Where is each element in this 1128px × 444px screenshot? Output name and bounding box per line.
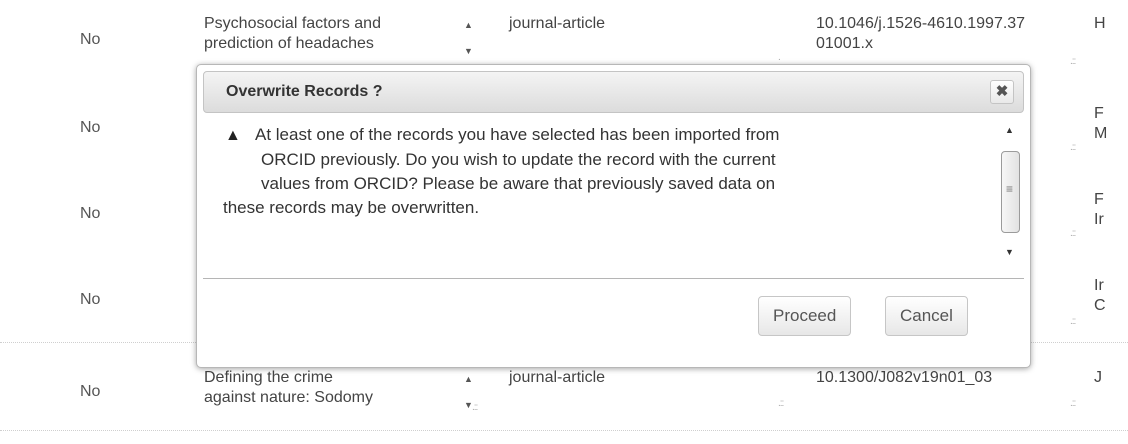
- imported-cell: No: [80, 119, 101, 136]
- resize-grip-icon[interactable]: .::: [1070, 398, 1076, 409]
- proceed-button[interactable]: Proceed: [758, 296, 852, 336]
- extra-line: Ir: [1094, 211, 1104, 228]
- scrollbar-thumb[interactable]: ≡: [1001, 151, 1020, 233]
- scroll-up-icon[interactable]: ▲: [464, 374, 473, 384]
- dialog-divider: [203, 278, 1024, 279]
- extra-line: C: [1094, 297, 1106, 314]
- extra-line: J: [1094, 369, 1102, 386]
- warning-icon: ▲: [225, 127, 241, 144]
- message-text: At least one of the records you have sel…: [255, 125, 780, 144]
- resize-grip-icon[interactable]: .::: [1070, 56, 1076, 67]
- doi-cell: 10.1300/J082v19n01_03: [816, 368, 1092, 388]
- extra-cell: F Ir: [1094, 190, 1128, 230]
- title-cell: Defining the crime against nature: Sodom…: [204, 368, 452, 408]
- resize-grip-icon[interactable]: .::: [1070, 142, 1076, 153]
- dialog-message: ▲ At least one of the records you have se…: [223, 123, 995, 220]
- grip-icon: ≡: [1006, 182, 1014, 196]
- imported-cell: No: [80, 291, 101, 308]
- extra-cell: F M: [1094, 104, 1128, 144]
- scroll-up-icon[interactable]: ▲: [1005, 125, 1014, 135]
- type-cell: journal-article: [509, 15, 606, 32]
- doi-line: 10.1300/J082v19n01_03: [816, 369, 993, 386]
- type-cell: journal-article: [509, 369, 606, 386]
- doi-line: 10.1046/j.1526-4610.1997.37: [816, 15, 1026, 32]
- message-line: values from ORCID? Please be aware that …: [261, 174, 776, 193]
- dialog-titlebar[interactable]: Overwrite Records ? ✖: [203, 71, 1024, 113]
- imported-cell: No: [80, 31, 101, 48]
- message-line: ORCID previously. Do you wish to update …: [261, 150, 776, 169]
- message-line: these records may be overwritten.: [223, 198, 480, 217]
- imported-cell: No: [80, 205, 101, 222]
- imported-cell: No: [80, 383, 101, 400]
- resize-grip-icon[interactable]: .::: [1070, 316, 1076, 327]
- title-line: Psychosocial factors and: [204, 15, 381, 32]
- extra-line: Ir: [1094, 277, 1104, 294]
- title-scrollbar[interactable]: ▲ ▼: [460, 18, 478, 62]
- extra-line: F: [1094, 191, 1104, 208]
- resize-grip-icon[interactable]: .::: [1070, 228, 1076, 239]
- overwrite-records-dialog: Overwrite Records ? ✖ ▲ At least one of t…: [196, 64, 1031, 368]
- message-line: ▲ At least one of the records you have se…: [225, 123, 995, 148]
- close-icon[interactable]: ✖: [990, 80, 1014, 104]
- resize-grip-icon[interactable]: .::: [778, 398, 784, 409]
- extra-cell: Ir C: [1094, 276, 1128, 316]
- scroll-up-icon[interactable]: ▲: [464, 20, 473, 30]
- extra-line: F: [1094, 105, 1104, 122]
- title-line: against nature: Sodomy: [204, 389, 373, 406]
- title-line: Defining the crime: [204, 369, 333, 386]
- extra-line: M: [1094, 125, 1108, 142]
- scroll-down-icon[interactable]: ▼: [1005, 247, 1014, 257]
- dialog-title: Overwrite Records ?: [226, 83, 383, 100]
- resize-grip-icon[interactable]: .::: [472, 402, 478, 413]
- extra-cell: H: [1094, 14, 1128, 34]
- scroll-down-icon[interactable]: ▼: [464, 46, 473, 56]
- extra-line: H: [1094, 15, 1106, 32]
- resize-grip-icon[interactable]: .: [778, 52, 781, 63]
- title-cell: Psychosocial factors and prediction of h…: [204, 14, 452, 54]
- doi-line: 01001.x: [816, 35, 873, 52]
- doi-cell: 10.1046/j.1526-4610.1997.37 01001.x: [816, 14, 1092, 54]
- extra-cell: J: [1094, 368, 1128, 388]
- title-line: prediction of headaches: [204, 35, 374, 52]
- cancel-button[interactable]: Cancel: [885, 296, 968, 336]
- message-scrollbar[interactable]: ▲ ≡ ▼: [1000, 123, 1020, 263]
